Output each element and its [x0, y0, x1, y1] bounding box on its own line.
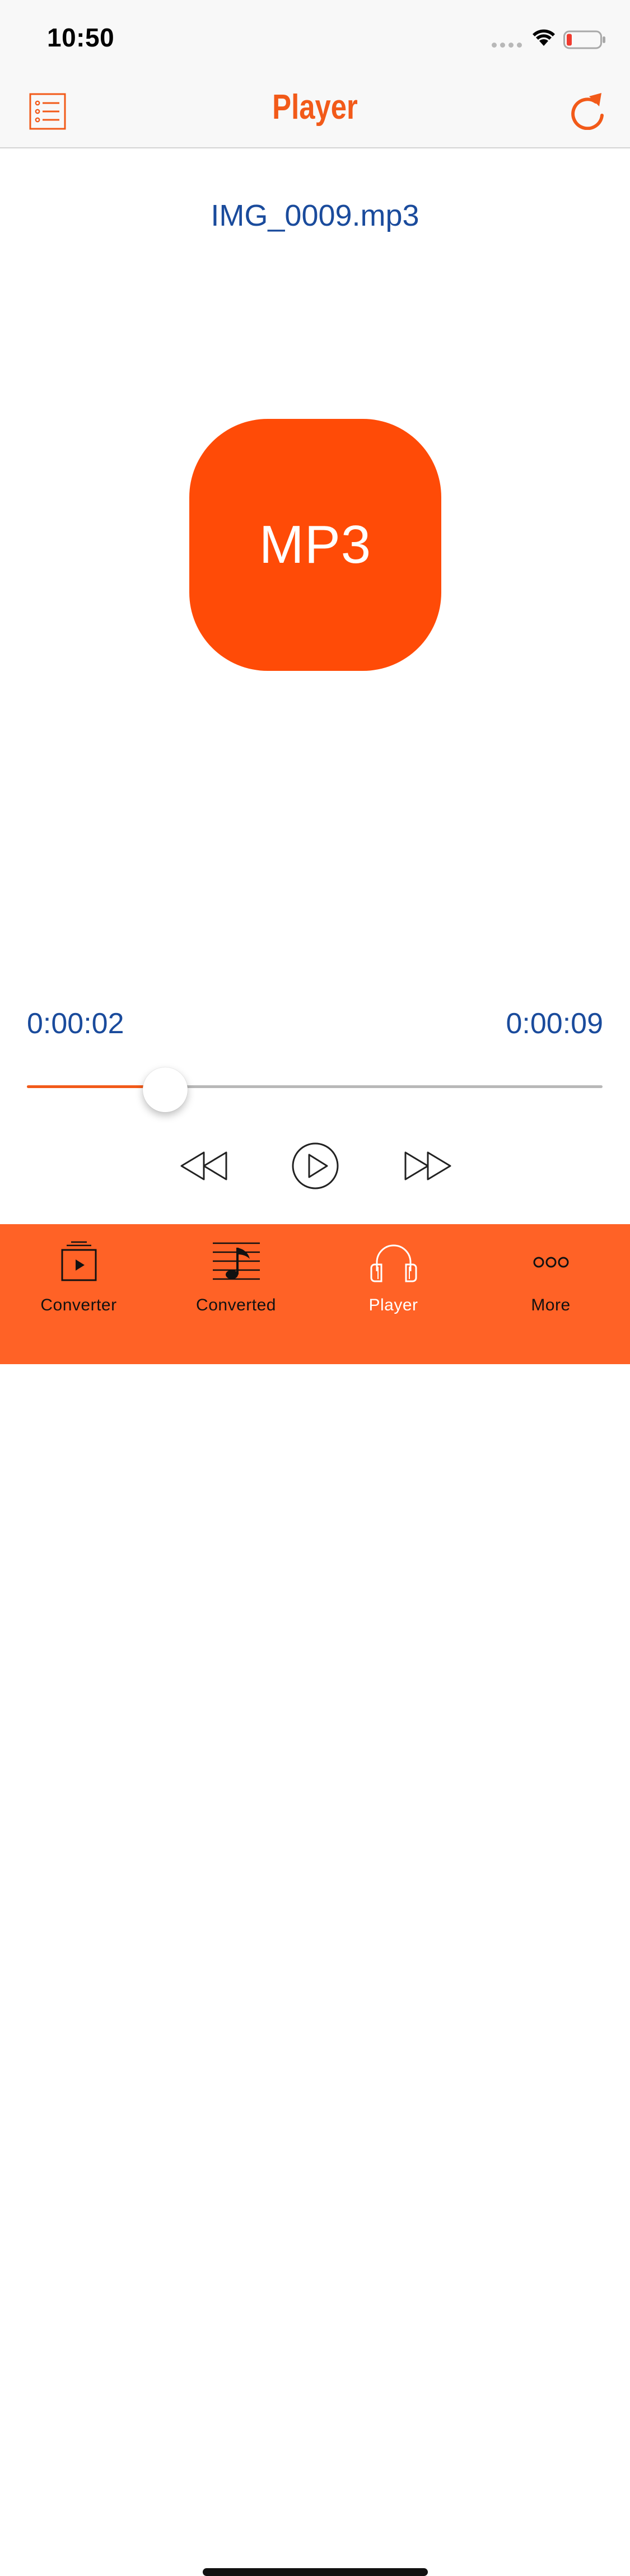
more-icon: [533, 1257, 568, 1268]
tab-player[interactable]: Player: [315, 1234, 472, 1318]
status-bar: 10:50: [0, 0, 630, 75]
tab-label: More: [531, 1296, 571, 1314]
home-indicator: [203, 2568, 428, 2576]
page-title: Player: [272, 88, 358, 127]
playback-controls: [0, 1140, 630, 1192]
tab-converted[interactable]: Converted: [157, 1234, 315, 1318]
tab-label: Converter: [40, 1296, 117, 1314]
tab-label: Player: [368, 1296, 418, 1314]
tab-label: Converted: [196, 1296, 276, 1314]
battery-icon: [563, 30, 605, 49]
slider-thumb[interactable]: [143, 1067, 188, 1112]
artwork-label: MP3: [259, 515, 372, 575]
play-icon: [292, 1142, 339, 1189]
refresh-icon[interactable]: [569, 91, 606, 130]
wifi-icon: [533, 29, 555, 46]
rewind-icon: [180, 1151, 227, 1180]
headphones-icon: [370, 1244, 417, 1282]
rewind-button[interactable]: [178, 1140, 231, 1192]
tab-bar: Converter Converted Player More: [0, 1224, 630, 2576]
fast-forward-button[interactable]: [401, 1140, 454, 1192]
play-button[interactable]: [289, 1140, 342, 1192]
tab-converter[interactable]: Converter: [0, 1234, 157, 1318]
total-time: 0:00:09: [506, 1007, 604, 1040]
file-name: IMG_0009.mp3: [211, 199, 419, 232]
tab-more[interactable]: More: [472, 1234, 629, 1318]
video-converter-icon: [61, 1241, 96, 1281]
elapsed-time: 0:00:02: [27, 1007, 124, 1040]
navigation-bar: Player: [0, 75, 630, 148]
fast-forward-icon: [404, 1151, 451, 1180]
progress-slider[interactable]: [27, 1067, 603, 1112]
album-artwork: MP3: [189, 419, 441, 671]
status-time: 10:50: [47, 23, 115, 52]
cellular-signal-icon: [492, 43, 522, 48]
music-note-icon: [212, 1242, 260, 1280]
